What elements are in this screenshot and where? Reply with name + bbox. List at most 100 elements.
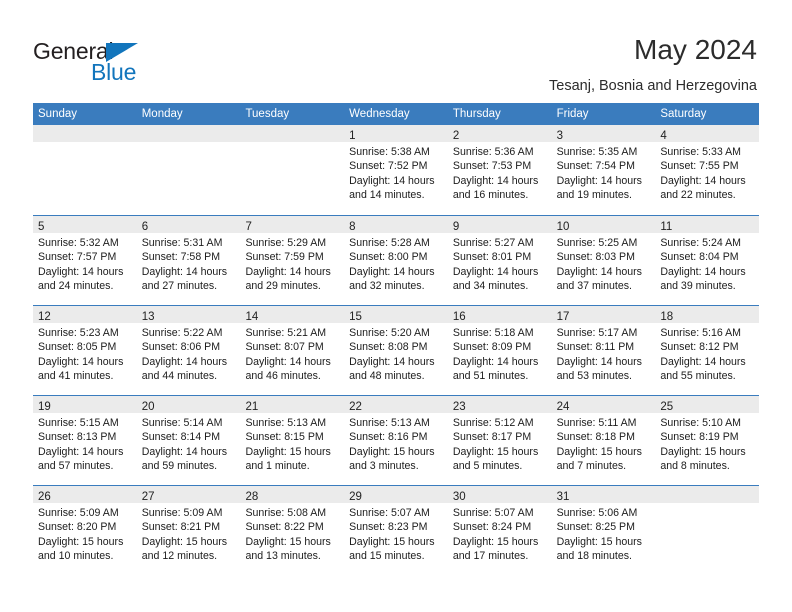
- page-title: May 2024: [634, 34, 757, 65]
- calendar-day-cell[interactable]: 28 Sunrise: 5:08 AM Sunset: 8:22 PM Dayligh…: [240, 486, 345, 575]
- calendar-day-cell[interactable]: 8 Sunrise: 5:28 AM Sunset: 8:00 PM Daylight…: [344, 216, 448, 305]
- sunset-time: Sunset: 7:58 PM: [141, 251, 221, 264]
- sunrise-time: Sunrise: 5:09 AM: [38, 507, 119, 519]
- calendar-day-cell[interactable]: 21 Sunrise: 5:13 AM Sunset: 8:15 PM Dayligh…: [240, 396, 345, 485]
- calendar-day-cell[interactable]: 25 Sunrise: 5:10 AM Sunset: 8:19 PM Dayligh…: [655, 396, 760, 485]
- calendar-day-cell[interactable]: 5 Sunrise: 5:32 AM Sunset: 7:57 PM Daylight…: [33, 216, 137, 305]
- day-number: 31: [556, 491, 570, 503]
- calendar-week-row: 12 Sunrise: 5:23 AM Sunset: 8:05 PM Dayligh…: [33, 305, 760, 395]
- sunset-time: Sunset: 8:03 PM: [556, 251, 635, 264]
- sunrise-time: Sunrise: 5:10 AM: [660, 417, 741, 429]
- sunrise-time: Sunrise: 5:15 AM: [38, 417, 119, 429]
- day-sun-info: Sunrise: 5:32 AM Sunset: 7:57 PM Daylight:…: [33, 233, 137, 293]
- calendar-day-cell[interactable]: 31 Sunrise: 5:06 AM Sunset: 8:25 PM Dayligh…: [551, 486, 656, 575]
- calendar-day-cell[interactable]: 7 Sunrise: 5:29 AM Sunset: 7:59 PM Daylight…: [240, 216, 345, 305]
- day-number-band: 29: [344, 486, 448, 503]
- calendar-day-cell[interactable]: 4 Sunrise: 5:33 AM Sunset: 7:55 PM Daylight…: [655, 125, 760, 215]
- calendar-day-cell-empty: [655, 486, 760, 575]
- calendar-day-cell[interactable]: 26 Sunrise: 5:09 AM Sunset: 8:20 PM Dayligh…: [33, 486, 137, 575]
- calendar-day-cell[interactable]: 10 Sunrise: 5:25 AM Sunset: 8:03 PM Dayligh…: [551, 216, 656, 305]
- day-number: 5: [38, 221, 45, 233]
- day-sun-info: Sunrise: 5:28 AM Sunset: 8:00 PM Daylight:…: [344, 233, 448, 293]
- day-number: 22: [349, 401, 362, 413]
- daylight-duration-line1: Daylight: 14 hours: [38, 445, 124, 458]
- calendar-day-cell[interactable]: 22 Sunrise: 5:13 AM Sunset: 8:16 PM Dayligh…: [344, 396, 448, 485]
- day-number-band: 26: [33, 486, 137, 503]
- day-number: 19: [38, 401, 51, 413]
- day-number: 30: [452, 491, 466, 503]
- sunset-time: Sunset: 8:18 PM: [556, 431, 635, 444]
- calendar-day-cell[interactable]: 13 Sunrise: 5:22 AM Sunset: 8:06 PM Dayligh…: [136, 306, 241, 395]
- daylight-duration-line2: and 24 minutes.: [38, 279, 114, 292]
- calendar-day-cell[interactable]: 2 Sunrise: 5:36 AM Sunset: 7:53 PM Daylight…: [447, 125, 552, 215]
- sunrise-time: Sunrise: 5:11 AM: [556, 417, 637, 429]
- sunrise-time: Sunrise: 5:20 AM: [349, 327, 430, 339]
- calendar-day-cell[interactable]: 29 Sunrise: 5:07 AM Sunset: 8:23 PM Dayligh…: [344, 486, 448, 575]
- day-number-band: 13: [136, 306, 241, 323]
- daylight-duration-line2: and 57 minutes.: [38, 459, 114, 472]
- day-number-band: 8: [344, 216, 448, 233]
- calendar-day-cell[interactable]: 24 Sunrise: 5:11 AM Sunset: 8:18 PM Dayligh…: [551, 396, 656, 485]
- day-number: 20: [141, 401, 155, 413]
- day-number-band: 10: [551, 216, 656, 233]
- general-blue-logo[interactable]: General Blue: [33, 38, 183, 85]
- calendar-day-cell[interactable]: 30 Sunrise: 5:07 AM Sunset: 8:24 PM Dayligh…: [447, 486, 552, 575]
- day-number-band: 22: [344, 396, 448, 413]
- day-number-band: 4: [655, 125, 760, 142]
- sunset-time: Sunset: 7:55 PM: [660, 160, 739, 173]
- daylight-duration-line1: Daylight: 14 hours: [349, 355, 435, 368]
- day-sun-info: Sunrise: 5:23 AM Sunset: 8:05 PM Daylight:…: [33, 323, 137, 383]
- daylight-duration-line1: Daylight: 14 hours: [245, 355, 331, 368]
- day-number: 17: [556, 311, 570, 323]
- calendar-day-cell[interactable]: 17 Sunrise: 5:17 AM Sunset: 8:11 PM Dayligh…: [551, 306, 656, 395]
- sunrise-time: Sunrise: 5:16 AM: [660, 327, 741, 339]
- calendar-day-cell[interactable]: 27 Sunrise: 5:09 AM Sunset: 8:21 PM Dayligh…: [136, 486, 241, 575]
- sunset-time: Sunset: 7:54 PM: [556, 160, 635, 173]
- daylight-duration-line1: Daylight: 14 hours: [452, 174, 539, 187]
- day-sun-info: Sunrise: 5:38 AM Sunset: 7:52 PM Daylight:…: [344, 142, 448, 202]
- calendar-day-cell[interactable]: 6 Sunrise: 5:31 AM Sunset: 7:58 PM Daylight…: [136, 216, 241, 305]
- calendar-day-cell[interactable]: 19 Sunrise: 5:15 AM Sunset: 8:13 PM Dayligh…: [33, 396, 137, 485]
- sunset-time: Sunset: 8:20 PM: [38, 521, 117, 534]
- daylight-duration-line1: Daylight: 14 hours: [141, 355, 228, 368]
- daylight-duration-line1: Daylight: 15 hours: [245, 445, 331, 458]
- calendar-day-cell[interactable]: 20 Sunrise: 5:14 AM Sunset: 8:14 PM Dayligh…: [136, 396, 241, 485]
- calendar-day-cell[interactable]: 1 Sunrise: 5:38 AM Sunset: 7:52 PM Daylight…: [344, 125, 448, 215]
- sunset-time: Sunset: 8:13 PM: [38, 431, 117, 444]
- calendar-day-cell[interactable]: 3 Sunrise: 5:35 AM Sunset: 7:54 PM Daylight…: [551, 125, 656, 215]
- daylight-duration-line1: Daylight: 14 hours: [660, 265, 746, 278]
- calendar-weeks: 1 Sunrise: 5:38 AM Sunset: 7:52 PM Daylight…: [33, 125, 760, 575]
- day-sun-info: Sunrise: 5:21 AM Sunset: 8:07 PM Daylight:…: [240, 323, 344, 383]
- sunrise-time: Sunrise: 5:32 AM: [38, 237, 119, 249]
- sunset-time: Sunset: 8:04 PM: [660, 251, 739, 264]
- daylight-duration-line2: and 5 minutes.: [452, 459, 523, 472]
- calendar-day-cell[interactable]: 9 Sunrise: 5:27 AM Sunset: 8:01 PM Daylight…: [447, 216, 552, 305]
- sunset-time: Sunset: 8:15 PM: [245, 431, 324, 444]
- calendar-day-cell[interactable]: 14 Sunrise: 5:21 AM Sunset: 8:07 PM Dayligh…: [240, 306, 345, 395]
- calendar-day-cell[interactable]: 11 Sunrise: 5:24 AM Sunset: 8:04 PM Dayligh…: [655, 216, 760, 305]
- sunset-time: Sunset: 8:24 PM: [452, 521, 532, 534]
- daylight-duration-line2: and 37 minutes.: [556, 279, 632, 292]
- sunset-time: Sunset: 8:05 PM: [38, 341, 117, 354]
- day-number-band: 14: [240, 306, 345, 323]
- calendar-day-cell[interactable]: 15 Sunrise: 5:20 AM Sunset: 8:08 PM Dayligh…: [344, 306, 448, 395]
- calendar-day-cell[interactable]: 16 Sunrise: 5:18 AM Sunset: 8:09 PM Dayligh…: [447, 306, 552, 395]
- sunset-time: Sunset: 8:19 PM: [660, 431, 739, 444]
- sunrise-time: Sunrise: 5:14 AM: [141, 417, 223, 429]
- day-number: 13: [141, 311, 155, 323]
- day-number: 8: [349, 221, 356, 233]
- daylight-duration-line2: and 46 minutes.: [245, 369, 321, 382]
- calendar-day-cell[interactable]: 12 Sunrise: 5:23 AM Sunset: 8:05 PM Dayligh…: [33, 306, 137, 395]
- daylight-duration-line1: Daylight: 15 hours: [556, 445, 642, 458]
- daylight-duration-line2: and 10 minutes.: [38, 549, 114, 562]
- day-number: 9: [452, 221, 460, 233]
- day-number: 4: [660, 130, 667, 142]
- calendar-day-cell[interactable]: 23 Sunrise: 5:12 AM Sunset: 8:17 PM Dayligh…: [447, 396, 552, 485]
- daylight-duration-line2: and 55 minutes.: [660, 369, 736, 382]
- weekday-header-row: Sunday Monday Tuesday Wednesday Thursday…: [33, 103, 759, 125]
- calendar-day-cell[interactable]: 18 Sunrise: 5:16 AM Sunset: 8:12 PM Dayligh…: [655, 306, 760, 395]
- sunset-time: Sunset: 8:08 PM: [349, 341, 428, 354]
- day-sun-info: Sunrise: 5:13 AM Sunset: 8:16 PM Daylight:…: [344, 413, 448, 473]
- day-number: 1: [349, 130, 356, 142]
- day-number-band: 31: [551, 486, 656, 503]
